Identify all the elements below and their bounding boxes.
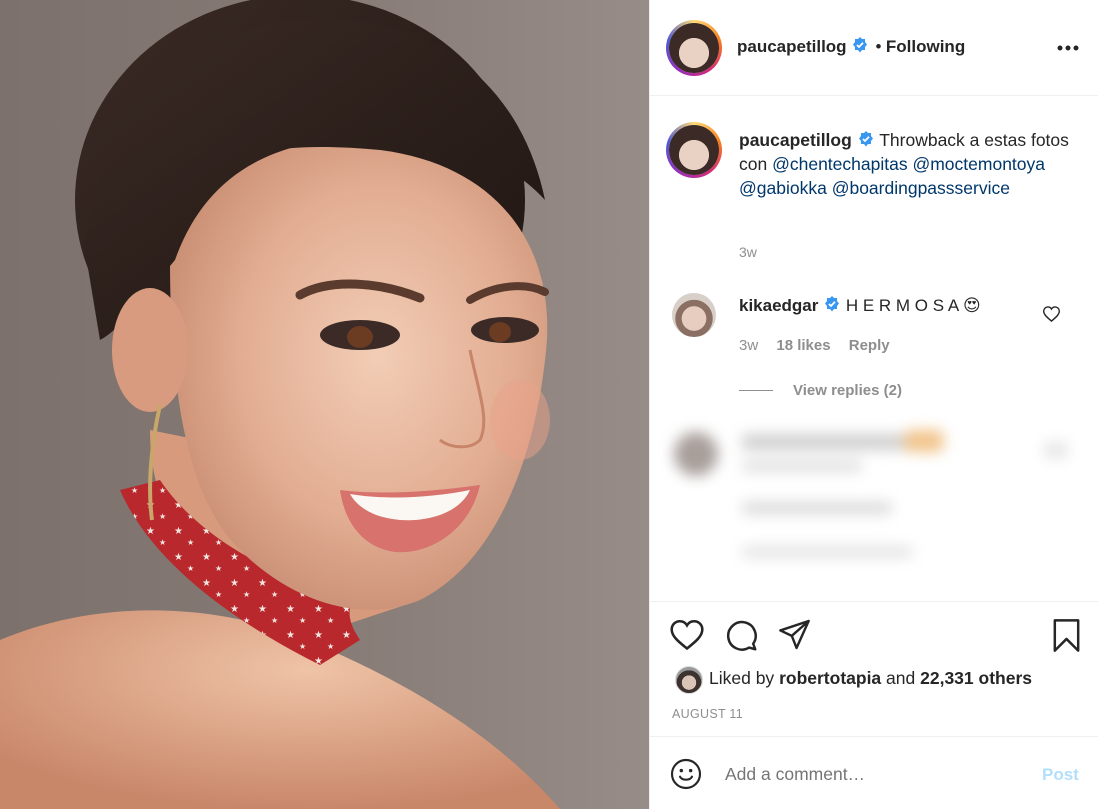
heart-eyes-emoji: 😍 (963, 296, 981, 316)
mention-link[interactable]: @gabiokka (739, 178, 827, 198)
mention-link[interactable]: @chentechapitas (772, 154, 908, 174)
liker-avatar[interactable] (675, 666, 703, 694)
reply-button[interactable]: Reply (849, 337, 890, 354)
caption-author[interactable]: paucapetillog (739, 130, 852, 150)
comment-body: H E R M O S A (845, 296, 959, 315)
replies-divider (739, 390, 773, 391)
verified-badge-icon (825, 296, 840, 312)
portrait-image: ★ ★ (0, 0, 560, 809)
post-comment-button[interactable]: Post (1042, 765, 1079, 785)
post-date[interactable]: AUGUST 11 (672, 707, 743, 721)
comment-text: kikaedgar H E R M O S A 😍 (739, 295, 981, 316)
likes-summary: Liked by robertotapia and 22,331 others (709, 668, 1032, 689)
liked-by-prefix: Liked by (709, 668, 775, 688)
comment-time[interactable]: 3w (739, 337, 758, 354)
emoji-icon[interactable] (670, 758, 702, 795)
blurred-comment (654, 424, 1084, 574)
verified-badge-icon (858, 131, 873, 147)
likes-conj: and (886, 668, 916, 688)
more-options-icon[interactable] (1055, 38, 1085, 58)
header-separator: • (875, 37, 882, 56)
bookmark-icon[interactable] (1052, 619, 1081, 657)
comment-icon[interactable] (725, 619, 758, 657)
comment-meta: 3w 18 likes Reply (739, 337, 890, 354)
commenter-username[interactable]: kikaedgar (739, 296, 818, 315)
liker-username[interactable]: robertotapia (779, 668, 881, 688)
commenter-avatar[interactable] (672, 293, 716, 337)
post-side-panel: paucapetillog • Following paucapetillog … (649, 0, 1098, 809)
view-replies-button[interactable]: View replies (2) (793, 382, 902, 399)
author-username[interactable]: paucapetillog (737, 37, 847, 56)
post-photo[interactable]: ★ ★ (0, 0, 649, 809)
mention-link[interactable]: @moctemontoya (912, 154, 1045, 174)
actions-divider (650, 601, 1098, 602)
caption-text: paucapetillog Throwback a estas fotos co… (739, 128, 1069, 200)
paper-plane-icon[interactable] (778, 619, 811, 655)
author-avatar[interactable] (666, 20, 722, 76)
mention-link[interactable]: @boardingpassservice (832, 178, 1010, 198)
comment-likes[interactable]: 18 likes (776, 337, 830, 354)
caption-time[interactable]: 3w (739, 244, 757, 260)
caption-avatar[interactable] (666, 122, 722, 178)
heart-icon[interactable] (670, 619, 704, 656)
likes-count[interactable]: 22,331 others (920, 668, 1032, 688)
comment-input[interactable] (725, 760, 1025, 788)
verified-badge-icon (853, 37, 868, 53)
following-button[interactable]: Following (886, 37, 965, 56)
comment-like-icon[interactable] (1042, 306, 1061, 327)
composer-divider (650, 736, 1098, 737)
post-header: paucapetillog • Following (650, 0, 1098, 96)
